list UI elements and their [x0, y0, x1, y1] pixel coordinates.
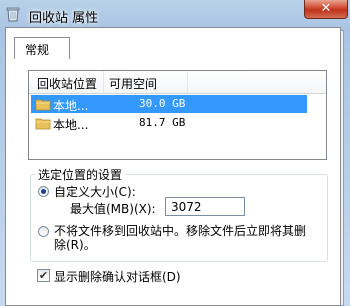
custom-size-label[interactable]: 自定义大小(C): [54, 183, 136, 200]
max-size-input[interactable] [165, 197, 245, 216]
tab-general-label: 常规 [25, 43, 50, 57]
column-divider[interactable] [187, 71, 188, 93]
list-item[interactable]: 本地... 81.7 GB [31, 114, 307, 132]
column-divider[interactable] [103, 71, 104, 93]
title-bar[interactable]: 回收站 属性 ✕ [0, 0, 350, 30]
delete-immediately-label-line2[interactable]: 除(R)。 [54, 236, 96, 253]
folder-icon [35, 115, 51, 131]
list-item-space: 30.0 GB [139, 97, 186, 110]
delete-immediately-radio[interactable] [38, 226, 49, 237]
checkmark-icon: ✔ [38, 269, 49, 282]
settings-group-label: 选定位置的设置 [35, 166, 126, 183]
window-title: 回收站 属性 [29, 11, 99, 26]
custom-size-radio[interactable] [38, 186, 49, 197]
close-icon: ✕ [320, 1, 332, 16]
column-header-location[interactable]: 回收站位置 [37, 75, 97, 92]
list-item[interactable]: 本地... 30.0 GB [31, 95, 307, 113]
tab-general[interactable]: 常规 [14, 37, 70, 59]
folder-icon [35, 96, 51, 112]
recycle-locations-list[interactable]: 回收站位置 可用空间 本地... 30.0 GB 本地... 81.7 GB [28, 70, 327, 160]
close-button[interactable]: ✕ [304, 0, 348, 19]
column-header-free-space[interactable]: 可用空间 [109, 75, 157, 92]
max-size-label: 最大值(MB)(X): [70, 202, 156, 216]
list-item-name: 本地... [53, 99, 89, 113]
recycle-bin-icon [5, 6, 21, 22]
confirm-delete-label[interactable]: 显示删除确认对话框(D) [54, 268, 181, 285]
list-item-space: 81.7 GB [139, 116, 186, 129]
list-header: 回收站位置 可用空间 [29, 71, 326, 94]
list-item-name: 本地... [53, 118, 89, 132]
confirm-delete-checkbox[interactable]: ✔ [37, 269, 50, 282]
